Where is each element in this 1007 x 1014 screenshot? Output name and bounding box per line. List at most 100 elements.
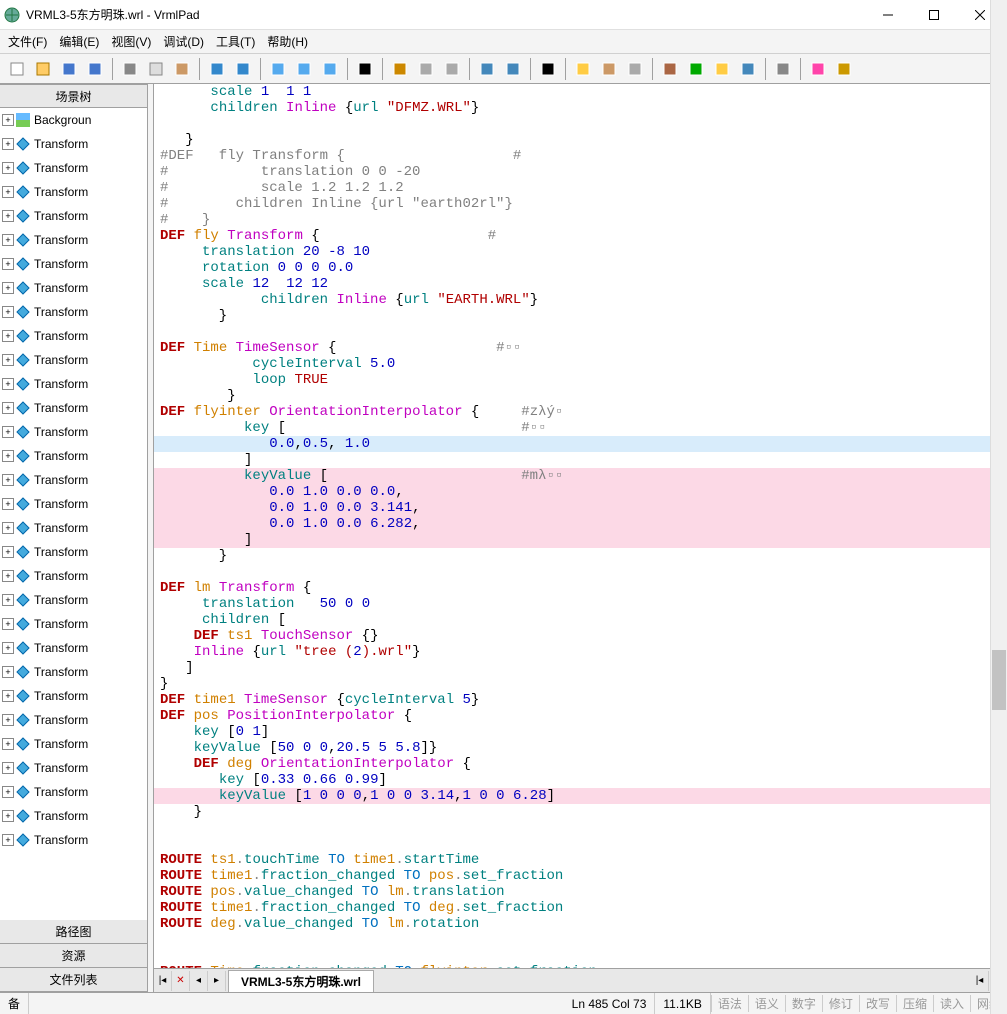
- palette-icon[interactable]: [806, 57, 830, 81]
- side-tab-scenetree[interactable]: 场景树: [0, 84, 147, 108]
- code-line[interactable]: [154, 564, 1007, 580]
- tab-scroll-left[interactable]: |◂: [971, 971, 989, 991]
- menu-帮助(H)[interactable]: 帮助(H): [261, 31, 314, 52]
- expand-icon[interactable]: +: [2, 330, 14, 342]
- code-line[interactable]: 0.0 1.0 0.0 0.0,: [154, 484, 1007, 500]
- code-line[interactable]: loop TRUE: [154, 372, 1007, 388]
- expand-icon[interactable]: +: [2, 162, 14, 174]
- code-line[interactable]: [154, 932, 1007, 948]
- tree-node[interactable]: +Transform: [0, 516, 147, 540]
- side-tab-resources[interactable]: 资源: [0, 944, 147, 968]
- code-line[interactable]: ]: [154, 660, 1007, 676]
- hand-icon[interactable]: [597, 57, 621, 81]
- tree-node[interactable]: +Transform: [0, 636, 147, 660]
- new-icon[interactable]: [5, 57, 29, 81]
- tree-node[interactable]: +Transform: [0, 156, 147, 180]
- code-line[interactable]: scale 12 12 12: [154, 276, 1007, 292]
- code-line[interactable]: #DEF fly Transform { #: [154, 148, 1007, 164]
- expand-icon[interactable]: +: [2, 522, 14, 534]
- tree-node[interactable]: +Backgroun: [0, 108, 147, 132]
- upload-icon[interactable]: [710, 57, 734, 81]
- code-line[interactable]: key [ #▫▫: [154, 420, 1007, 436]
- tree-node[interactable]: +Transform: [0, 756, 147, 780]
- tree-node[interactable]: +Transform: [0, 588, 147, 612]
- code-line[interactable]: cycleInterval 5.0: [154, 356, 1007, 372]
- expand-icon[interactable]: +: [2, 402, 14, 414]
- tree-node[interactable]: +Transform: [0, 492, 147, 516]
- code-line[interactable]: 0.0,0.5, 1.0: [154, 436, 1007, 452]
- expand-icon[interactable]: +: [2, 450, 14, 462]
- tree-node[interactable]: +Transform: [0, 180, 147, 204]
- side-tab-pathview[interactable]: 路径图: [0, 920, 147, 944]
- tree-node[interactable]: +Transform: [0, 468, 147, 492]
- tree-node[interactable]: +Transform: [0, 300, 147, 324]
- tree-node[interactable]: +Transform: [0, 564, 147, 588]
- print-icon[interactable]: [771, 57, 795, 81]
- code-line[interactable]: key [0.33 0.66 0.99]: [154, 772, 1007, 788]
- expand-icon[interactable]: +: [2, 138, 14, 150]
- code-line[interactable]: [154, 836, 1007, 852]
- menu-编辑(E)[interactable]: 编辑(E): [53, 31, 105, 52]
- code-line[interactable]: }: [154, 308, 1007, 324]
- tab-nav-first[interactable]: |◂: [154, 971, 172, 991]
- expand-icon[interactable]: +: [2, 234, 14, 246]
- expand-icon[interactable]: +: [2, 570, 14, 582]
- view2-icon[interactable]: [292, 57, 316, 81]
- view3-icon[interactable]: [318, 57, 342, 81]
- tree-node[interactable]: +Transform: [0, 708, 147, 732]
- code-line[interactable]: translation 20 -8 10: [154, 244, 1007, 260]
- code-line[interactable]: ]: [154, 452, 1007, 468]
- wand-icon[interactable]: [388, 57, 412, 81]
- scene-tree[interactable]: +Backgroun+Transform+Transform+Transform…: [0, 108, 147, 920]
- expand-icon[interactable]: +: [2, 786, 14, 798]
- code-line[interactable]: }: [154, 676, 1007, 692]
- expand-icon[interactable]: +: [2, 210, 14, 222]
- code-line[interactable]: ROUTE time1.fraction_changed TO deg.set_…: [154, 900, 1007, 916]
- expand-icon[interactable]: +: [2, 738, 14, 750]
- expand-icon[interactable]: +: [2, 834, 14, 846]
- code-line[interactable]: DEF Time TimeSensor { #▫▫: [154, 340, 1007, 356]
- tree-node[interactable]: +Transform: [0, 828, 147, 852]
- code-line[interactable]: [154, 324, 1007, 340]
- open-icon[interactable]: [31, 57, 55, 81]
- code-line[interactable]: DEF deg OrientationInterpolator {: [154, 756, 1007, 772]
- tool-icon[interactable]: [832, 57, 856, 81]
- view1-icon[interactable]: [266, 57, 290, 81]
- code-line[interactable]: ROUTE time1.fraction_changed TO pos.set_…: [154, 868, 1007, 884]
- menu-文件(F)[interactable]: 文件(F): [2, 31, 53, 52]
- link-icon[interactable]: [623, 57, 647, 81]
- code-line[interactable]: ROUTE ts1.touchTime TO time1.startTime: [154, 852, 1007, 868]
- code-line[interactable]: [154, 948, 1007, 964]
- expand-icon[interactable]: +: [2, 114, 14, 126]
- code-line[interactable]: # }: [154, 212, 1007, 228]
- code-editor[interactable]: scale 1 1 1 children Inline {url "DFMZ.W…: [154, 84, 1007, 968]
- code-line[interactable]: ROUTE deg.value_changed TO lm.rotation: [154, 916, 1007, 932]
- tree-node[interactable]: +Transform: [0, 324, 147, 348]
- code-line[interactable]: keyValue [50 0 0,20.5 5 5.8]}: [154, 740, 1007, 756]
- wand3-icon[interactable]: [440, 57, 464, 81]
- hash-icon[interactable]: [536, 57, 560, 81]
- hammer-icon[interactable]: [658, 57, 682, 81]
- expand-icon[interactable]: +: [2, 426, 14, 438]
- code-line[interactable]: children Inline {url "EARTH.WRL"}: [154, 292, 1007, 308]
- tree-node[interactable]: +Transform: [0, 204, 147, 228]
- code-line[interactable]: DEF flyinter OrientationInterpolator { #…: [154, 404, 1007, 420]
- tree-node[interactable]: +Transform: [0, 684, 147, 708]
- code-line[interactable]: rotation 0 0 0 0.0: [154, 260, 1007, 276]
- saveall-icon[interactable]: [83, 57, 107, 81]
- tree-node[interactable]: +Transform: [0, 132, 147, 156]
- code-line[interactable]: [154, 820, 1007, 836]
- expand-icon[interactable]: +: [2, 810, 14, 822]
- find-icon[interactable]: [353, 57, 377, 81]
- code-line[interactable]: DEF ts1 TouchSensor {}: [154, 628, 1007, 644]
- menu-视图(V)[interactable]: 视图(V): [105, 31, 157, 52]
- vertical-scrollbar[interactable]: [990, 84, 1007, 968]
- code-line[interactable]: # translation 0 0 -20: [154, 164, 1007, 180]
- code-line[interactable]: }: [154, 388, 1007, 404]
- menu-调试(D)[interactable]: 调试(D): [157, 31, 210, 52]
- outdent-icon[interactable]: [501, 57, 525, 81]
- doc-icon[interactable]: [571, 57, 595, 81]
- code-line[interactable]: key [0 1]: [154, 724, 1007, 740]
- tree-node[interactable]: +Transform: [0, 780, 147, 804]
- code-line[interactable]: 0.0 1.0 0.0 6.282,: [154, 516, 1007, 532]
